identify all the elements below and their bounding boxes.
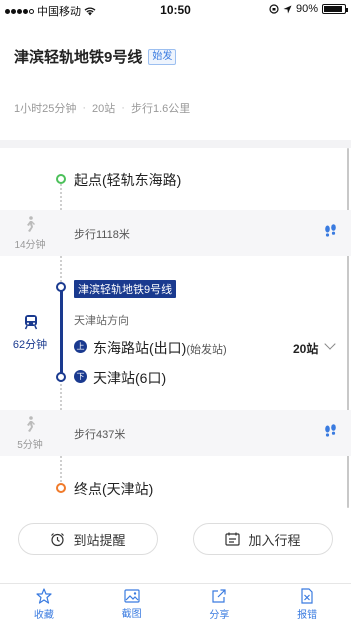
- share-icon: [212, 589, 226, 603]
- alight-marker: [56, 372, 66, 382]
- walk-duration: 14分钟: [14, 240, 46, 251]
- tab-label: 报错: [297, 610, 318, 621]
- separator-dot: ·: [82, 102, 87, 114]
- route-header: 津滨轻轨地铁9号线 始发 1小时25分钟 · 20站 · 步行1.6公里: [0, 20, 351, 148]
- tab-share[interactable]: 分享: [176, 584, 264, 625]
- end-point: 终点(天津站): [74, 481, 154, 497]
- transit-line: [60, 286, 63, 376]
- walk-icon: [27, 216, 35, 232]
- route-summary: 1小时25分钟 · 20站 · 步行1.6公里: [14, 100, 190, 116]
- line-name-tag: 津滨轻轨地铁9号线: [74, 280, 177, 298]
- direction-text: 天津站方向: [74, 315, 129, 327]
- route-detail[interactable]: 起点(轻轨东海路) 14分钟 步行1118米 津滨轻轨地铁9号线 62分钟 天津…: [0, 148, 351, 578]
- summary-walk: 步行1.6公里: [130, 103, 191, 115]
- walk-icon: [27, 416, 35, 432]
- alarm-clock-icon: [51, 532, 65, 546]
- title-row: 津滨轻轨地铁9号线 始发: [14, 46, 177, 67]
- tab-label: 收藏: [33, 610, 54, 621]
- walk-segment-1[interactable]: 14分钟 步行1118米: [0, 210, 351, 256]
- status-bar: 中国移动 10:50 90%: [0, 0, 351, 20]
- location-icon: [283, 5, 292, 13]
- board-station-note: (始发站): [186, 344, 227, 356]
- add-to-trip-button[interactable]: 加入行程: [193, 523, 333, 555]
- alight-station: 天津站(6口): [93, 370, 167, 386]
- tab-screenshot[interactable]: 截图: [88, 584, 176, 625]
- walk-distance: 步行437米: [74, 429, 126, 441]
- route-title: 津滨轻轨地铁9号线: [14, 49, 143, 66]
- arrival-reminder-label: 到站提醒: [73, 532, 126, 548]
- board-tag: 上: [74, 340, 87, 353]
- report-icon: [301, 588, 313, 604]
- footprint-icon[interactable]: [324, 224, 337, 241]
- origin-badge: 始发: [148, 48, 177, 65]
- walk-segment-2[interactable]: 5分钟 步行437米: [0, 410, 351, 456]
- tab-label: 截图: [121, 609, 142, 620]
- rotation-lock-icon: [269, 4, 279, 14]
- walk-distance: 步行1118米: [74, 229, 130, 241]
- arrival-reminder-button[interactable]: 到站提醒: [18, 523, 158, 555]
- board-station: 东海路站(出口)(始发站): [93, 338, 227, 358]
- walk-duration: 5分钟: [17, 440, 43, 451]
- add-to-trip-label: 加入行程: [248, 532, 301, 548]
- tab-label: 分享: [209, 610, 230, 621]
- board-station-name: 东海路站(出口): [93, 340, 187, 356]
- tab-report-error[interactable]: 报错: [263, 584, 351, 625]
- separator-dot: ·: [121, 102, 125, 114]
- summary-stations: 20站: [92, 103, 116, 115]
- summary-duration: 1小时25分钟: [14, 103, 77, 115]
- start-point: 起点(轻轨东海路): [74, 172, 182, 188]
- tab-favorite[interactable]: 收藏: [0, 584, 88, 625]
- battery-icon: [322, 4, 348, 14]
- subway-icon: [24, 315, 38, 330]
- chevron-down-icon[interactable]: [324, 338, 336, 350]
- divider: [0, 140, 351, 148]
- star-icon: [36, 588, 52, 604]
- footprint-icon[interactable]: [324, 424, 337, 441]
- start-marker: [56, 174, 66, 184]
- bottom-toolbar: 收藏 截图 分享 报错: [0, 583, 351, 625]
- status-right: 90%: [269, 3, 348, 15]
- stops-count[interactable]: 20站: [293, 340, 318, 357]
- image-icon: [124, 589, 140, 603]
- calendar-icon: [225, 532, 241, 546]
- alight-tag: 下: [74, 370, 87, 383]
- battery-percent: 90%: [295, 3, 318, 15]
- board-marker: [56, 282, 66, 292]
- transit-duration: 62分钟: [12, 339, 48, 351]
- end-marker: [56, 483, 66, 493]
